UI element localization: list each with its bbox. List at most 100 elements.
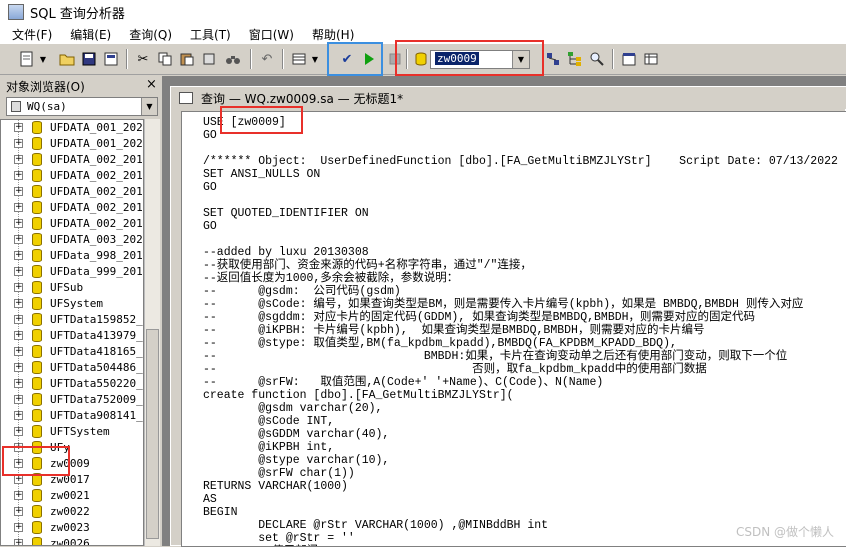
tree-item-database[interactable]: + UFDATA_002_2014: [1, 152, 143, 168]
tree-item-label: UFDATA_003_2024: [50, 233, 144, 246]
menu-file[interactable]: 文件(F): [12, 26, 52, 43]
tree-item-database[interactable]: + UFTData550220_3: [1, 376, 143, 392]
new-query-icon[interactable]: [18, 50, 36, 68]
expand-icon[interactable]: +: [14, 363, 23, 372]
tree-item-database[interactable]: + UFSub: [1, 280, 143, 296]
tree-item-database[interactable]: + UFDATA_002_2015: [1, 168, 143, 184]
highlight-box-red-tree: [2, 446, 70, 476]
database-icon: [32, 377, 42, 390]
expand-icon[interactable]: +: [14, 251, 23, 260]
tree-item-database[interactable]: + UFSystem: [1, 296, 143, 312]
tree-scrollbar[interactable]: [144, 119, 160, 546]
tree-item-database[interactable]: + UFTData418165_3: [1, 344, 143, 360]
clear-icon[interactable]: [200, 50, 218, 68]
menu-window[interactable]: 窗口(W): [249, 26, 294, 43]
menu-help[interactable]: 帮助(H): [312, 26, 354, 43]
save-icon[interactable]: [80, 50, 98, 68]
code-line: GO: [203, 129, 217, 142]
chevron-down-icon[interactable]: ▼: [38, 50, 48, 68]
chevron-down-icon[interactable]: ▼: [141, 98, 157, 115]
expand-icon[interactable]: +: [14, 331, 23, 340]
tree-item-database[interactable]: + UFTData752009_3: [1, 392, 143, 408]
tree-item-database[interactable]: + UFDATA_001_2024: [1, 136, 143, 152]
expand-icon[interactable]: +: [14, 299, 23, 308]
sql-editor[interactable]: USE [zw0009] GO/****** Object: UserDefine…: [181, 111, 846, 547]
tree-item-database[interactable]: + zw0026: [1, 536, 143, 545]
chevron-down-icon[interactable]: ▼: [310, 50, 320, 68]
expand-icon[interactable]: +: [14, 123, 23, 132]
results-mode-icon[interactable]: [290, 50, 308, 68]
title-bar: SQL 查询分析器: [0, 0, 846, 24]
tree-item-database[interactable]: + UFDATA_002_2018: [1, 216, 143, 232]
menu-query[interactable]: 查询(Q): [129, 26, 172, 43]
menu-edit[interactable]: 编辑(E): [70, 26, 111, 43]
tree-item-database[interactable]: + UFDATA_001_2023: [1, 120, 143, 136]
scrollbar-thumb[interactable]: [146, 329, 159, 539]
expand-icon[interactable]: +: [14, 523, 23, 532]
code-line: -- @srFW: 取值范围,A(Code+' '+Name)、C(Code)、…: [203, 376, 604, 389]
expand-icon[interactable]: +: [14, 171, 23, 180]
tree-item-database[interactable]: + UFData_998_2012: [1, 248, 143, 264]
expand-icon[interactable]: +: [14, 427, 23, 436]
tree-item-database[interactable]: + zw0022: [1, 504, 143, 520]
expand-icon[interactable]: +: [14, 283, 23, 292]
expand-icon[interactable]: +: [14, 267, 23, 276]
expand-icon[interactable]: +: [14, 187, 23, 196]
code-line: GO: [203, 220, 217, 233]
expand-icon[interactable]: +: [14, 315, 23, 324]
expand-icon[interactable]: +: [14, 155, 23, 164]
expand-icon[interactable]: +: [14, 235, 23, 244]
insert-template-icon[interactable]: [102, 50, 120, 68]
table-icon[interactable]: [642, 50, 660, 68]
expand-icon[interactable]: +: [14, 219, 23, 228]
tree-item-database[interactable]: + UFData_999_2011: [1, 264, 143, 280]
expand-icon[interactable]: +: [14, 507, 23, 516]
server-select[interactable]: WQ(sa) ▼: [6, 97, 158, 116]
tree-item-database[interactable]: + UFTSystem: [1, 424, 143, 440]
close-icon[interactable]: ×: [146, 77, 157, 92]
tree-item-database[interactable]: + UFTData159852_3: [1, 312, 143, 328]
expand-icon[interactable]: +: [14, 475, 23, 484]
properties-icon[interactable]: [620, 50, 638, 68]
expand-icon[interactable]: +: [14, 203, 23, 212]
expand-icon[interactable]: +: [14, 539, 23, 545]
database-icon: [32, 393, 42, 406]
expand-icon[interactable]: +: [14, 379, 23, 388]
tree-item-database[interactable]: + UFTData504486_3: [1, 360, 143, 376]
code-line: @stype varchar(10),: [203, 454, 390, 467]
tree-item-database[interactable]: + UFDATA_002_2017: [1, 200, 143, 216]
menu-tools[interactable]: 工具(T): [190, 26, 231, 43]
undo-icon[interactable]: ↶: [258, 50, 276, 68]
code-line: SET QUOTED_IDENTIFIER ON: [203, 207, 369, 220]
object-browser-icon[interactable]: [566, 50, 584, 68]
find-icon[interactable]: [224, 50, 242, 68]
database-icon: [32, 489, 42, 502]
expand-icon[interactable]: +: [14, 491, 23, 500]
tree-item-database[interactable]: + UFDATA_003_2024: [1, 232, 143, 248]
cut-icon[interactable]: ✂: [134, 50, 152, 68]
copy-icon[interactable]: [156, 50, 174, 68]
tree-item-database[interactable]: + UFDATA_002_2016: [1, 184, 143, 200]
paste-icon[interactable]: [178, 50, 196, 68]
object-search-icon[interactable]: [588, 50, 606, 68]
show-plan-icon[interactable]: [544, 50, 562, 68]
code-line: -- 否则，取fa_kpdbm_kpadd中的使用部门数据: [203, 363, 707, 376]
tree-item-database[interactable]: + UFTData413979_3: [1, 328, 143, 344]
highlight-box-blue: [327, 42, 383, 76]
open-icon[interactable]: [58, 50, 76, 68]
code-line: DECLARE @rStr VARCHAR(1000) ,@MINBddBH i…: [203, 519, 549, 532]
tree-item-label: UFSystem: [50, 297, 103, 310]
code-line: --返回值长度为1000,多余会被截除，参数说明：: [203, 272, 459, 285]
tree-item-database[interactable]: + zw0023: [1, 520, 143, 536]
expand-icon[interactable]: +: [14, 347, 23, 356]
database-icon: [32, 505, 42, 518]
tree-item-label: UFTData504486_3: [50, 361, 144, 374]
expand-icon[interactable]: +: [14, 139, 23, 148]
database-icon: [32, 185, 42, 198]
tree-item-database[interactable]: + zw0021: [1, 488, 143, 504]
expand-icon[interactable]: +: [14, 395, 23, 404]
database-icon: [32, 265, 42, 278]
tree-item-database[interactable]: + UFTData908141_3: [1, 408, 143, 424]
expand-icon[interactable]: +: [14, 411, 23, 420]
highlight-box-red-toolbar: [395, 40, 544, 76]
